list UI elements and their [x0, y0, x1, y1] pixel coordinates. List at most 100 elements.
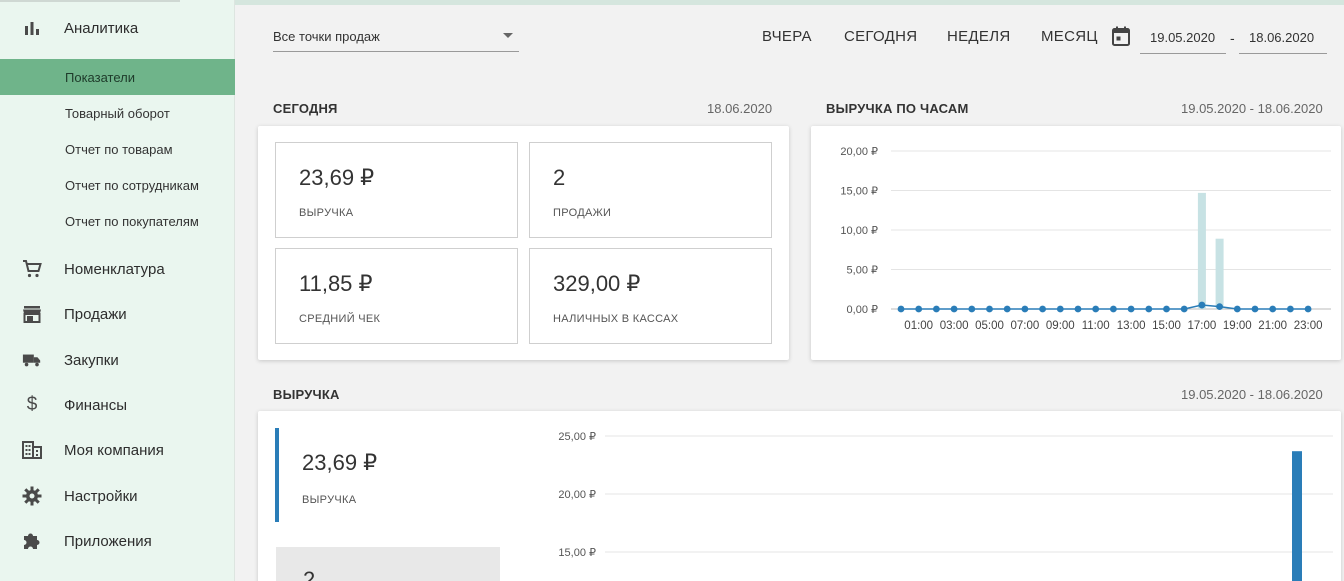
- hourly-point: [1304, 305, 1312, 313]
- hourly-point: [1092, 305, 1100, 313]
- y-tick-label: 15,00 ₽: [840, 186, 878, 198]
- x-tick-label: 13:00: [1117, 320, 1146, 332]
- x-tick-label: 17:00: [1188, 320, 1217, 332]
- kpi-value: 23,69 ₽: [299, 165, 375, 190]
- sidebar-item-my-company[interactable]: Моя компания: [0, 439, 235, 461]
- date-to-field[interactable]: 18.06.2020: [1239, 22, 1327, 54]
- hourly-point: [1110, 305, 1117, 313]
- x-tick-label: 19:00: [1223, 320, 1252, 332]
- period-today-button[interactable]: СЕГОДНЯ: [844, 28, 917, 45]
- sidebar-subitem-employees-report[interactable]: Отчет по сотрудникам: [0, 167, 235, 203]
- hourly-section-title: ВЫРУЧКА ПО ЧАСАМ: [826, 101, 969, 116]
- hourly-point: [986, 305, 993, 313]
- sidebar-item-label: Приложения: [64, 532, 152, 550]
- hourly-point: [1198, 301, 1206, 309]
- sidebar-item-purchases[interactable]: Закупки: [0, 349, 235, 371]
- hourly-revenue-chart: 0,00 ₽ 5,00 ₽ 10,00 ₽ 15,00 ₽ 20,00 ₽ 01:00 03…: [840, 146, 1331, 332]
- y-tick-label: 25,00 ₽: [558, 431, 596, 443]
- sidebar-subitem-turnover[interactable]: Товарный оборот: [0, 95, 235, 131]
- hourly-bar: [1215, 238, 1224, 309]
- kpi-caption: НАЛИЧНЫХ В КАССАХ: [553, 313, 679, 325]
- hourly-point: [968, 305, 976, 313]
- x-tick-label: 01:00: [904, 320, 933, 332]
- kpi-caption: СРЕДНИЙ ЧЕК: [299, 313, 381, 325]
- hourly-section-date: 19.05.2020 - 18.06.2020: [1181, 101, 1323, 116]
- x-tick-label: 23:00: [1294, 320, 1323, 332]
- y-tick-label: 10,00 ₽: [840, 225, 878, 237]
- store-select[interactable]: Все точки продаж: [273, 22, 519, 52]
- dollar-icon: $: [26, 394, 38, 415]
- today-section-title: СЕГОДНЯ: [273, 101, 338, 116]
- sidebar-item-label: Закупки: [64, 351, 119, 369]
- hourly-point: [1056, 305, 1064, 313]
- sidebar-item-finance[interactable]: $ Финансы: [0, 394, 235, 416]
- revenue-bar: [1292, 451, 1302, 581]
- period-month-button[interactable]: МЕСЯЦ: [1041, 28, 1098, 45]
- period-week-button[interactable]: НЕДЕЛЯ: [947, 28, 1010, 45]
- sidebar-item-nomenclature[interactable]: Номенклатура: [0, 258, 235, 280]
- sidebar-item-label: Аналитика: [64, 19, 139, 37]
- top-accent-line: [235, 0, 1344, 5]
- sidebar-item-settings[interactable]: Настройки: [0, 485, 235, 507]
- x-tick-label: 21:00: [1258, 320, 1287, 332]
- date-from-field[interactable]: 19.05.2020: [1140, 22, 1226, 54]
- sidebar: Аналитика Показатели Товарный оборот Отч…: [0, 0, 235, 581]
- store-icon: [22, 304, 42, 324]
- today-kpi-card: 23,69 ₽ ВЫРУЧКА 2 ПРОДАЖИ 11,85 ₽ СРЕДНИ…: [258, 126, 789, 360]
- period-yesterday-button[interactable]: ВЧЕРА: [762, 28, 812, 45]
- x-tick-label: 07:00: [1011, 320, 1040, 332]
- calendar-icon[interactable]: [1112, 26, 1130, 46]
- sidebar-item-label: Финансы: [64, 396, 127, 414]
- hourly-point: [1003, 305, 1011, 313]
- hourly-point: [1039, 305, 1046, 313]
- hourly-point: [897, 305, 905, 313]
- hourly-point: [1021, 305, 1029, 313]
- sidebar-subitem-label: Отчет по товарам: [65, 141, 173, 157]
- sidebar-top-divider: [0, 0, 180, 2]
- kpi-value: 2: [553, 165, 566, 190]
- hourly-point: [1145, 305, 1153, 313]
- hourly-point: [1180, 305, 1188, 313]
- x-tick-label: 03:00: [940, 320, 969, 332]
- revenue-chart: 15,00 ₽ 20,00 ₽ 25,00 ₽: [558, 431, 1333, 581]
- sidebar-subitem-products-report[interactable]: Отчет по товарам: [0, 131, 235, 167]
- date-from-value: 19.05.2020: [1150, 30, 1216, 45]
- y-tick-label: 5,00 ₽: [847, 265, 878, 277]
- sidebar-item-label: Номенклатура: [64, 260, 165, 278]
- sidebar-item-apps[interactable]: Приложения: [0, 530, 235, 552]
- sidebar-item-label: Продажи: [64, 305, 127, 323]
- revenue-section-date: 19.05.2020 - 18.06.2020: [1181, 387, 1323, 402]
- revenue-section-title: ВЫРУЧКА: [273, 387, 340, 402]
- sidebar-item-analytics[interactable]: Аналитика: [0, 17, 235, 39]
- x-tick-label: 09:00: [1046, 320, 1075, 332]
- x-tick-label: 05:00: [975, 320, 1004, 332]
- x-tick-label: 15:00: [1152, 320, 1181, 332]
- kpi-revenue: 23,69 ₽ ВЫРУЧКА: [275, 142, 518, 238]
- gear-icon: [22, 486, 42, 506]
- bar-chart-icon: [22, 18, 42, 38]
- sidebar-subitem-indicators[interactable]: Показатели: [0, 59, 235, 95]
- sidebar-subitem-customers-report[interactable]: Отчет по покупателям: [0, 203, 235, 239]
- kpi-value: 329,00 ₽: [553, 271, 641, 296]
- hourly-point: [1287, 305, 1294, 313]
- sidebar-subitem-label: Товарный оборот: [65, 105, 170, 121]
- x-tick-label: 11:00: [1082, 320, 1110, 332]
- main-content: Все точки продаж ВЧЕРА СЕГОДНЯ НЕДЕЛЯ МЕ…: [235, 0, 1344, 581]
- chevron-down-icon: [503, 33, 513, 38]
- hourly-line: [901, 304, 1309, 310]
- y-tick-label: 20,00 ₽: [558, 489, 596, 501]
- kpi-caption: ВЫРУЧКА: [299, 207, 354, 219]
- y-tick-label: 20,00 ₽: [840, 146, 878, 158]
- sidebar-item-sales[interactable]: Продажи: [0, 303, 235, 325]
- sidebar-subitem-label: Показатели: [65, 69, 135, 85]
- y-tick-label: 0,00 ₽: [847, 304, 878, 316]
- puzzle-icon: [22, 531, 42, 551]
- hourly-point: [1251, 305, 1259, 313]
- sidebar-subitem-label: Отчет по покупателям: [65, 213, 199, 229]
- hourly-bar: [1197, 192, 1206, 309]
- hourly-point: [1127, 305, 1135, 313]
- cart-icon: [22, 259, 42, 279]
- y-tick-label: 15,00 ₽: [558, 547, 596, 559]
- hourly-point: [915, 305, 923, 313]
- hourly-point: [1074, 305, 1082, 313]
